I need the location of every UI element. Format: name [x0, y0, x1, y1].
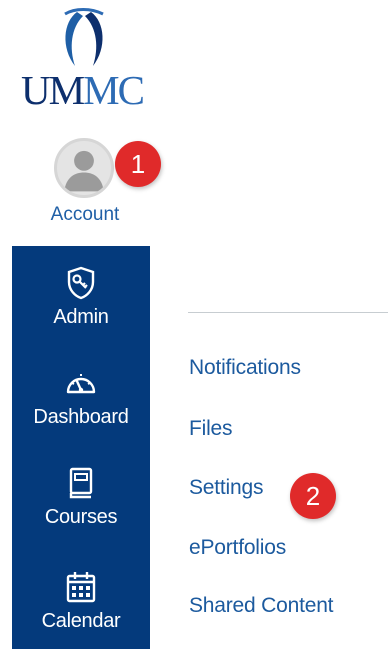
tray-link-files[interactable]: Files	[189, 417, 233, 441]
global-nav-calendar[interactable]: Calendar	[12, 562, 150, 647]
user-avatar-icon	[54, 138, 114, 198]
tray-link-settings[interactable]: Settings	[189, 476, 263, 500]
nav-label-courses: Courses	[44, 506, 118, 528]
nav-label-dashboard: Dashboard	[33, 406, 129, 428]
tray-link-notifications[interactable]: Notifications	[189, 356, 301, 380]
speedometer-icon	[64, 366, 98, 400]
global-nav-dashboard[interactable]: Dashboard	[12, 358, 150, 443]
book-icon	[64, 466, 98, 500]
ummc-logo-mark-icon	[64, 8, 104, 66]
nav-label-admin: Admin	[53, 306, 109, 328]
step-badge-1: 1	[115, 141, 161, 187]
tray-divider	[188, 312, 388, 313]
global-nav-sidebar: Admin Dashboard Courses Calendar	[12, 246, 150, 649]
calendar-icon	[64, 570, 98, 604]
logo-text: UMMC	[21, 67, 145, 113]
shield-key-icon	[64, 266, 98, 300]
nav-label-calendar: Calendar	[41, 610, 121, 632]
ummc-logo[interactable]: UMMC	[17, 8, 147, 112]
global-nav-courses[interactable]: Courses	[12, 458, 150, 543]
account-label: Account	[50, 204, 120, 225]
tray-link-eportfolios[interactable]: ePortfolios	[189, 536, 286, 560]
step-badge-2: 2	[290, 473, 336, 519]
global-nav-admin[interactable]: Admin	[12, 258, 150, 343]
tray-link-shared-content[interactable]: Shared Content	[189, 594, 334, 618]
